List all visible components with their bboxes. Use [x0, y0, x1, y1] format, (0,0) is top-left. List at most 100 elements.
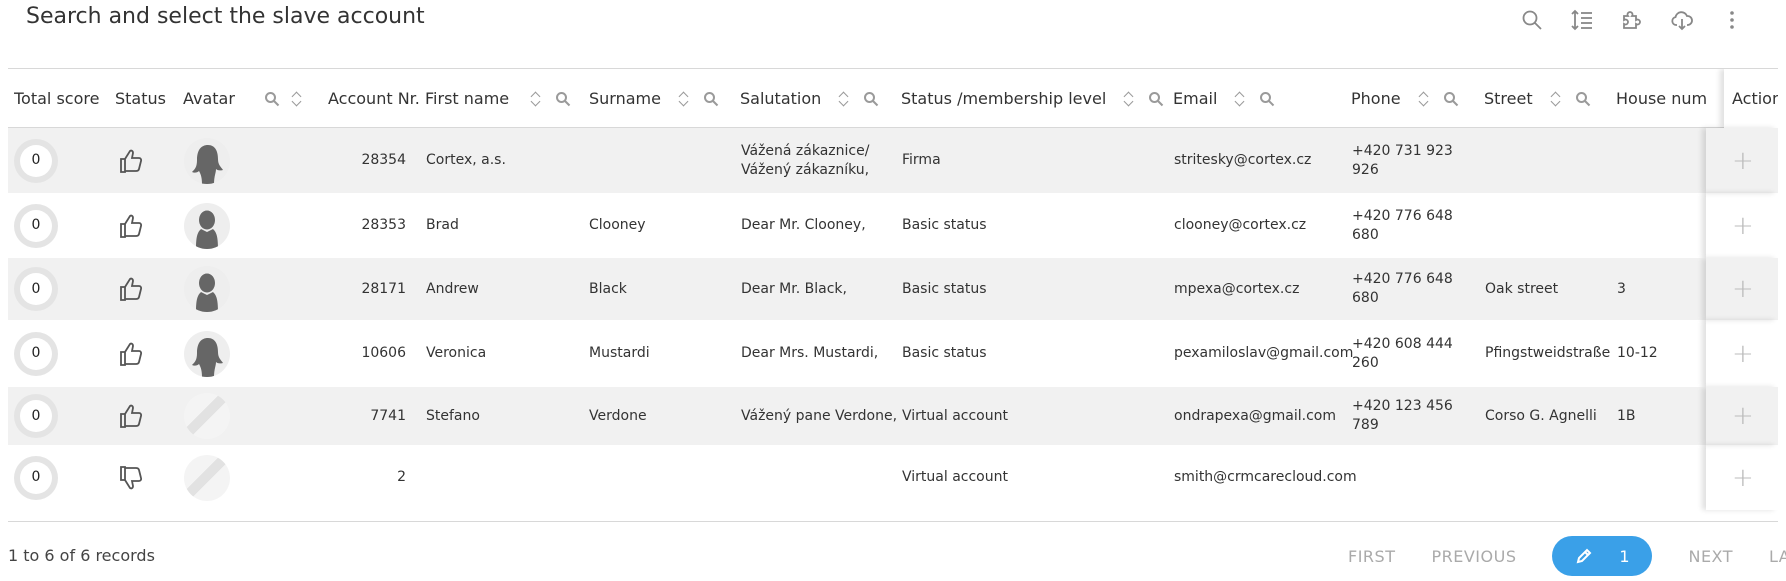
- score-value: 0: [20, 144, 52, 177]
- street-cell: [1485, 445, 1615, 510]
- current-page-button[interactable]: 1: [1552, 536, 1653, 576]
- last-page-button[interactable]: LAST: [1769, 547, 1786, 566]
- col-first-name[interactable]: First name: [425, 69, 571, 128]
- account-nr-cell: 28353: [361, 217, 406, 233]
- membership-cell: Basic status: [902, 217, 987, 233]
- avatar-placeholder: [184, 393, 230, 439]
- email-cell: clooney@cortex.cz: [1174, 217, 1307, 233]
- search-icon[interactable]: [1148, 91, 1164, 107]
- search-icon[interactable]: [1518, 6, 1546, 34]
- col-account-nr[interactable]: Account Nr.: [328, 69, 428, 128]
- thumbs-up-icon: [116, 258, 156, 320]
- phone-cell: [1352, 445, 1462, 510]
- sort-icon[interactable]: [1419, 90, 1429, 108]
- avatar: [184, 330, 230, 377]
- col-street[interactable]: Street: [1484, 69, 1591, 128]
- col-phone-label: Phone: [1351, 89, 1401, 108]
- avatar-cell: [184, 193, 234, 258]
- pencil-icon: [1577, 548, 1592, 564]
- first-name-cell: Andrew: [426, 280, 479, 297]
- first-page-button[interactable]: FIRST: [1348, 547, 1395, 566]
- col-account-nr-label: Account Nr.: [328, 89, 420, 108]
- phone-cell: +420 123 456 789: [1352, 398, 1453, 433]
- sort-icon[interactable]: [679, 90, 689, 108]
- col-membership[interactable]: Status /membership level: [901, 69, 1164, 128]
- score-cell: 0: [14, 445, 74, 510]
- page-title: Search and select the slave account: [26, 4, 425, 29]
- sort-icon[interactable]: [531, 90, 541, 108]
- house-number-cell: 1B: [1617, 407, 1636, 424]
- sort-icon[interactable]: [839, 90, 849, 108]
- search-icon[interactable]: [1443, 91, 1459, 107]
- search-icon[interactable]: [1259, 91, 1275, 107]
- add-button[interactable]: +: [1732, 387, 1762, 445]
- score-cell: 0: [14, 128, 74, 193]
- add-button[interactable]: +: [1732, 193, 1762, 258]
- membership-cell: Basic status: [902, 345, 987, 361]
- salutation-cell: [741, 445, 901, 510]
- col-total-score[interactable]: Total score: [14, 69, 107, 128]
- avatar: [184, 266, 230, 312]
- street-cell: Corso G. Agnelli: [1485, 407, 1597, 424]
- salutation-cell: Vážená zákaznice/ Vážený zákazníku,: [741, 142, 870, 178]
- membership-cell: Virtual account: [902, 407, 1008, 424]
- table-row[interactable]: 0 7741 Stefano Verdone Vážený pane Verdone, V…: [8, 387, 1778, 445]
- previous-page-button[interactable]: PREVIOUS: [1431, 547, 1516, 566]
- toolbar: [1518, 6, 1746, 34]
- search-icon[interactable]: [264, 91, 280, 107]
- col-avatar[interactable]: Avatar: [183, 69, 313, 128]
- col-house-number-label: House numb: [1616, 89, 1706, 108]
- avatar: [184, 202, 230, 249]
- sort-icon[interactable]: [1551, 90, 1561, 108]
- pagination: FIRST PREVIOUS 1 NEXT LAST: [1348, 536, 1786, 576]
- thumbs-down-icon: [116, 445, 156, 510]
- puzzle-icon[interactable]: [1618, 6, 1646, 34]
- first-name-cell: Cortex, a.s.: [426, 152, 506, 168]
- surname-cell: Black: [589, 280, 627, 297]
- score-badge: 0: [14, 203, 58, 248]
- search-icon[interactable]: [703, 91, 719, 107]
- plus-icon: +: [1732, 274, 1754, 304]
- plus-icon: +: [1732, 145, 1754, 176]
- more-vertical-icon[interactable]: [1718, 6, 1746, 34]
- col-house-number[interactable]: House numb: [1616, 69, 1706, 128]
- add-button[interactable]: +: [1732, 320, 1762, 387]
- table-row[interactable]: 0 28354 Cortex, a.s. Vážená zákaznice/ Váže…: [8, 128, 1778, 193]
- house-number-cell: [1617, 445, 1707, 510]
- phone-cell: +420 608 444 260: [1352, 335, 1453, 371]
- next-page-button[interactable]: NEXT: [1688, 547, 1733, 566]
- current-page-number: 1: [1619, 546, 1630, 566]
- sort-icon[interactable]: [292, 90, 299, 108]
- col-phone[interactable]: Phone: [1351, 69, 1459, 128]
- list-sort-icon[interactable]: [1568, 6, 1596, 34]
- plus-icon: +: [1732, 338, 1754, 369]
- col-salutation[interactable]: Salutation: [740, 69, 879, 128]
- accounts-table: Total score Status Avatar Account Nr. Fi…: [8, 68, 1778, 522]
- col-status[interactable]: Status: [115, 69, 174, 128]
- account-nr-cell: 7741: [370, 407, 406, 424]
- first-name-cell: Brad: [426, 217, 459, 233]
- col-email[interactable]: Email: [1173, 69, 1275, 128]
- email-cell: mpexa@cortex.cz: [1174, 280, 1300, 297]
- plus-icon: +: [1732, 462, 1754, 493]
- score-badge: 0: [14, 267, 58, 311]
- add-button[interactable]: +: [1732, 445, 1762, 510]
- house-number-cell: [1617, 193, 1707, 258]
- first-name-cell: Veronica: [426, 345, 487, 361]
- search-icon[interactable]: [1575, 91, 1591, 107]
- table-row[interactable]: 0 2 Virtual account smith@crmcarecloud.com +: [8, 445, 1778, 510]
- search-icon[interactable]: [555, 91, 571, 107]
- cloud-download-icon[interactable]: [1668, 6, 1696, 34]
- table-row[interactable]: 0 28171 Andrew Black Dear Mr. Black, Basic st…: [8, 258, 1778, 320]
- records-info: 1 to 6 of 6 records: [8, 546, 155, 565]
- search-icon[interactable]: [863, 91, 879, 107]
- table-row[interactable]: 0 28353 Brad Clooney Dear Mr. Clooney, Basic …: [8, 193, 1778, 258]
- score-badge: 0: [14, 394, 58, 438]
- sort-icon[interactable]: [1124, 90, 1134, 108]
- add-button[interactable]: +: [1732, 258, 1762, 320]
- sort-icon[interactable]: [1235, 90, 1245, 108]
- col-surname[interactable]: Surname: [589, 69, 719, 128]
- add-button[interactable]: +: [1732, 128, 1762, 193]
- table-row[interactable]: 0 10606 Veronica Mustardi Dear Mrs. Mustardi…: [8, 320, 1778, 387]
- thumbs-up-icon: [116, 387, 156, 445]
